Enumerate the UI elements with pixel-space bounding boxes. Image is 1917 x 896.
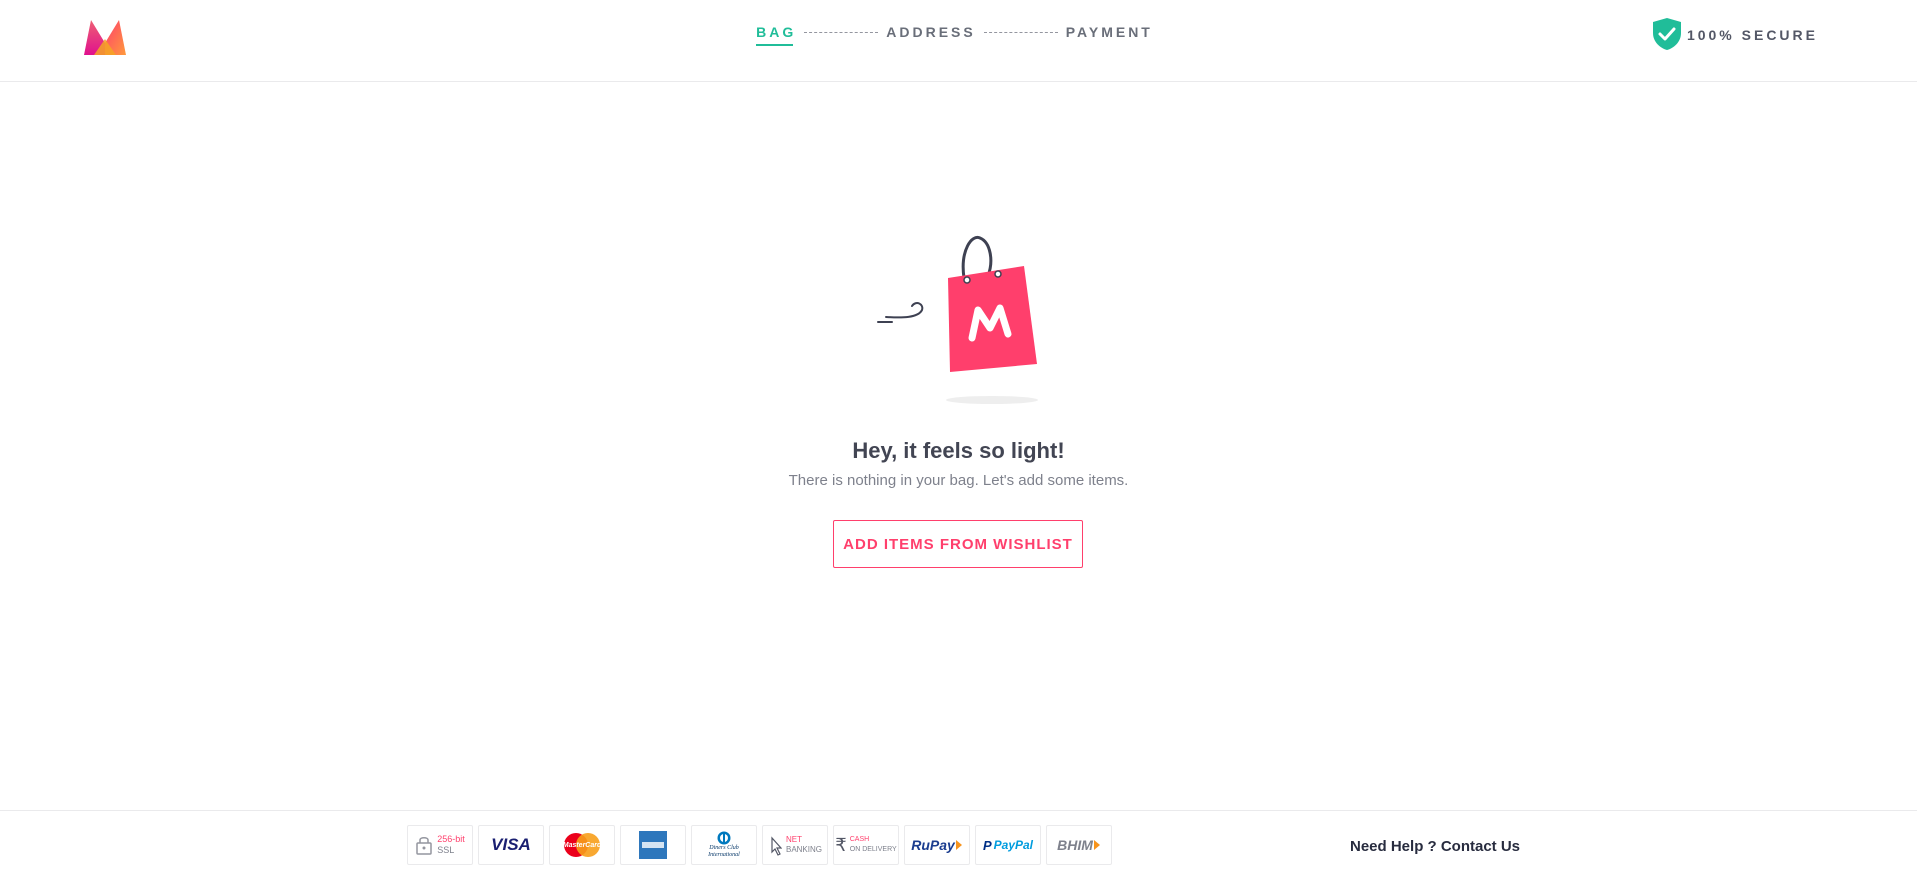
- secure-badge: 100% SECURE: [1651, 17, 1818, 51]
- payment-methods: 256-bit SSL VISA MasterCard Diners Club …: [407, 825, 1112, 865]
- amex-icon: [620, 825, 686, 865]
- add-items-from-wishlist-button[interactable]: ADD ITEMS FROM WISHLIST: [833, 520, 1083, 568]
- rupee-icon: ₹: [835, 834, 847, 855]
- rupay-label: RuPay: [911, 837, 955, 853]
- header: BAG ADDRESS PAYMENT 100% SECURE: [0, 0, 1917, 82]
- step-bag[interactable]: BAG: [756, 24, 796, 46]
- mastercard-icon: MasterCard: [549, 825, 615, 865]
- net-banking-line2: BANKING: [785, 845, 822, 854]
- empty-bag-subtitle: There is nothing in your bag. Let's add …: [788, 472, 1129, 489]
- shopping-bag-icon: [877, 235, 1038, 404]
- bhim-label: BHIM: [1057, 837, 1093, 853]
- rupay-icon: RuPay: [904, 825, 970, 865]
- secure-label: 100% SECURE: [1686, 27, 1818, 43]
- step-divider: [804, 31, 879, 33]
- footer: 256-bit SSL VISA MasterCard Diners Club …: [0, 810, 1917, 896]
- checkout-steps: BAG ADDRESS PAYMENT: [0, 0, 1917, 82]
- shield-check-icon: [1652, 18, 1681, 50]
- step-divider: [983, 31, 1058, 33]
- diners-line2: International: [708, 852, 740, 858]
- bhim-icon: BHIM: [1046, 825, 1112, 865]
- ssl-line2: SSL: [437, 845, 455, 855]
- visa-label: VISA: [491, 835, 531, 854]
- paypal-label: PayPal: [993, 838, 1034, 852]
- contact-us-link[interactable]: Need Help ? Contact Us: [1350, 838, 1520, 855]
- ssl-icon: 256-bit SSL: [407, 825, 473, 865]
- cod-line2: ON DELIVERY: [849, 846, 897, 853]
- step-address[interactable]: ADDRESS: [886, 24, 975, 46]
- empty-bag-title: Hey, it feels so light!: [852, 438, 1065, 463]
- step-payment[interactable]: PAYMENT: [1066, 24, 1153, 46]
- ssl-line1: 256-bit: [437, 834, 465, 844]
- net-banking-icon: NET BANKING: [762, 825, 828, 865]
- cod-line1: CASH: [849, 836, 870, 843]
- paypal-icon: P PayPal: [975, 825, 1041, 865]
- mastercard-label: MasterCard: [562, 841, 602, 849]
- visa-icon: VISA: [478, 825, 544, 865]
- diners-club-icon: Diners Club International: [691, 825, 757, 865]
- cash-on-delivery-icon: ₹ CASH ON DELIVERY: [833, 825, 899, 865]
- diners-line1: Diners Club: [709, 845, 739, 851]
- paypal-p-icon: P: [982, 837, 992, 853]
- net-banking-line1: NET: [785, 835, 802, 844]
